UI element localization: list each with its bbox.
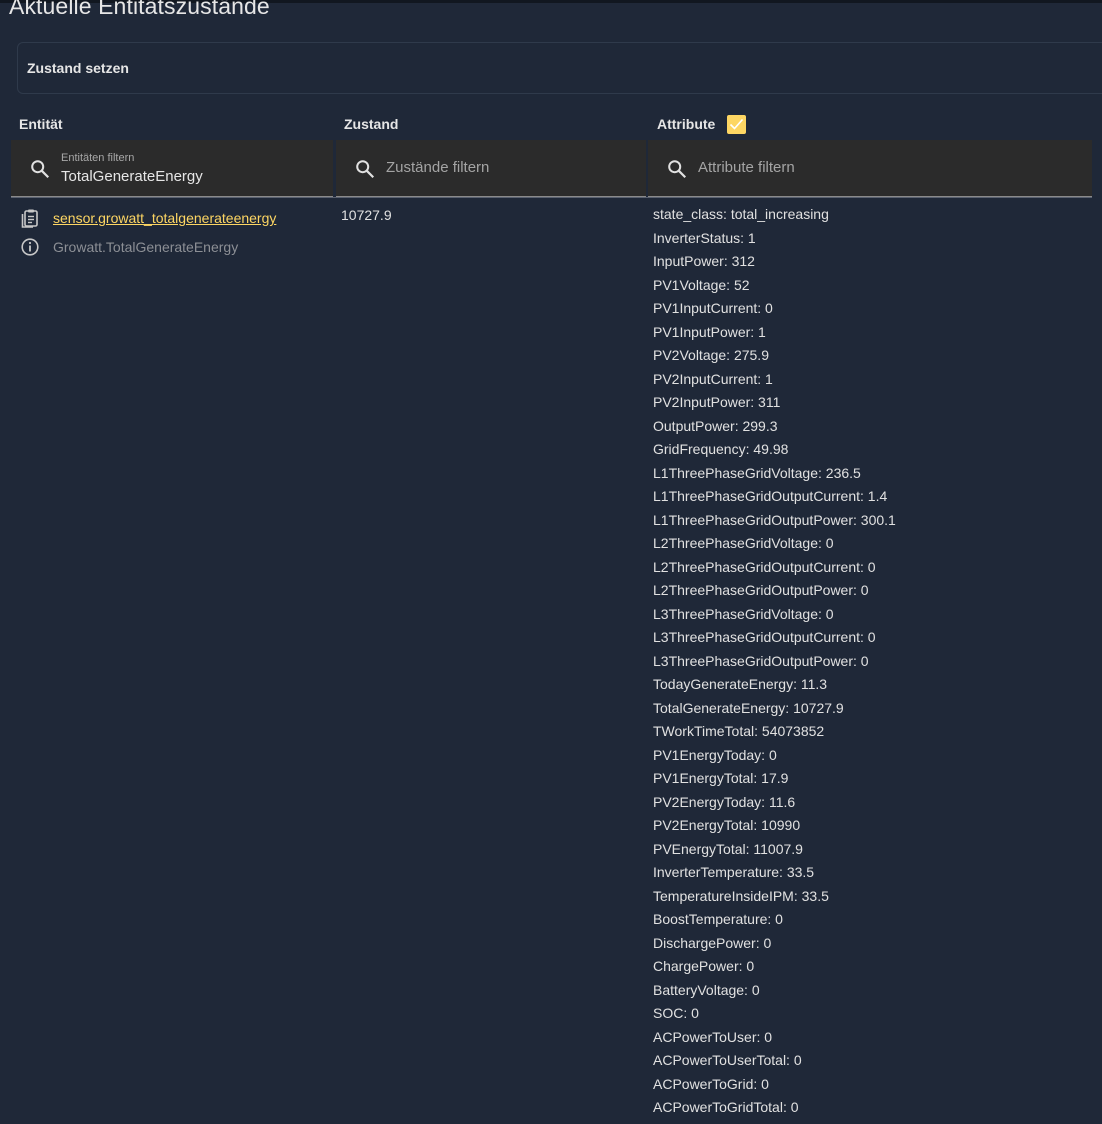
entity-state-value: 10727.9 bbox=[341, 207, 392, 223]
entity-filter-field[interactable]: Entitäten filtern TotalGenerateEnergy bbox=[11, 140, 333, 197]
entity-filter-input[interactable]: TotalGenerateEnergy bbox=[61, 168, 203, 185]
search-icon bbox=[356, 160, 375, 179]
attribute-item: PV2EnergyTotal: 10990 bbox=[653, 817, 801, 833]
state-filter-input[interactable]: Zustände filtern bbox=[386, 159, 489, 176]
attribute-item: SOC: 0 bbox=[653, 1005, 699, 1021]
entity-id-link[interactable]: sensor.growatt_totalgenerateenergy bbox=[53, 210, 276, 226]
developer-tools-states-page: Aktuelle Entitätszustände Zustand setzen… bbox=[0, 0, 1102, 1124]
attribute-item: TemperatureInsideIPM: 33.5 bbox=[653, 887, 829, 904]
attribute-item: L3ThreePhaseGridOutputCurrent: 0 bbox=[653, 629, 876, 645]
attribute-list: state_class: total_increasing InverterSta… bbox=[653, 203, 896, 1120]
info-icon[interactable] bbox=[20, 237, 40, 257]
entity-friendly-name: Growatt.TotalGenerateEnergy bbox=[53, 239, 239, 255]
page-title: Aktuelle Entitätszustände bbox=[9, 0, 270, 19]
attribute-item: InverterTemperature: 33.5 bbox=[653, 864, 815, 880]
attributes-checkbox[interactable] bbox=[727, 115, 746, 134]
attribute-item: L1ThreePhaseGridOutputPower: 300.1 bbox=[653, 511, 896, 528]
attribute-item: state_class: total_increasing bbox=[653, 206, 829, 222]
attribute-item: PV1Voltage: 52 bbox=[653, 276, 750, 293]
set-state-label[interactable]: Zustand setzen bbox=[27, 60, 129, 76]
attribute-item: L2ThreePhaseGridOutputPower: 0 bbox=[653, 582, 869, 598]
attribute-item: PV2InputPower: 311 bbox=[653, 394, 781, 410]
attribute-item: PV1InputPower: 1 bbox=[653, 323, 766, 340]
attribute-item: InputPower: 312 bbox=[653, 253, 755, 269]
column-header-entity: Entität bbox=[19, 116, 63, 132]
attribute-item: BatteryVoltage: 0 bbox=[653, 981, 760, 998]
attribute-item: TWorkTimeTotal: 54073852 bbox=[653, 723, 825, 739]
attribute-item: PV1EnergyTotal: 17.9 bbox=[653, 770, 789, 786]
attribute-item: L3ThreePhaseGridOutputPower: 0 bbox=[653, 652, 869, 669]
attribute-item: GridFrequency: 49.98 bbox=[653, 441, 789, 457]
attribute-item: PV2InputCurrent: 1 bbox=[653, 370, 773, 387]
attribute-item: PVEnergyTotal: 11007.9 bbox=[653, 840, 803, 857]
attribute-item: L3ThreePhaseGridVoltage: 0 bbox=[653, 605, 834, 622]
attribute-item: PV2Voltage: 275.9 bbox=[653, 347, 769, 363]
column-header-attributes: Attribute bbox=[657, 116, 716, 132]
column-header-state: Zustand bbox=[344, 116, 399, 132]
attribute-item: BoostTemperature: 0 bbox=[653, 911, 783, 927]
attribute-item: L1ThreePhaseGridOutputCurrent: 1.4 bbox=[653, 488, 888, 504]
attribute-item: ACPowerToGridTotal: 0 bbox=[653, 1099, 799, 1115]
search-icon bbox=[31, 160, 50, 179]
attribute-item: TodayGenerateEnergy: 11.3 bbox=[653, 676, 828, 692]
attribute-item: PV2EnergyToday: 11.6 bbox=[653, 793, 796, 810]
entity-filter-label: Entitäten filtern bbox=[61, 152, 135, 164]
check-icon bbox=[729, 118, 744, 130]
attribute-item: PV1EnergyToday: 0 bbox=[653, 746, 777, 763]
attribute-item: ACPowerToGrid: 0 bbox=[653, 1075, 769, 1092]
set-state-card[interactable]: Zustand setzen bbox=[17, 42, 1102, 94]
attributes-filter-field[interactable]: Attribute filtern bbox=[648, 140, 1092, 197]
attribute-item: OutputPower: 299.3 bbox=[653, 417, 778, 434]
attributes-filter-input[interactable]: Attribute filtern bbox=[698, 159, 795, 176]
attribute-item: PV1InputCurrent: 0 bbox=[653, 300, 773, 316]
attribute-item: InverterStatus: 1 bbox=[653, 229, 756, 246]
search-icon bbox=[668, 160, 687, 179]
state-filter-field[interactable]: Zustände filtern bbox=[336, 140, 646, 197]
attribute-item: TotalGenerateEnergy: 10727.9 bbox=[653, 699, 844, 716]
table-divider bbox=[11, 197, 1092, 198]
attribute-item: L2ThreePhaseGridOutputCurrent: 0 bbox=[653, 558, 876, 575]
attribute-item: ChargePower: 0 bbox=[653, 958, 755, 974]
attribute-item: ACPowerToUserTotal: 0 bbox=[653, 1052, 802, 1068]
attribute-item: L1ThreePhaseGridVoltage: 236.5 bbox=[653, 464, 861, 481]
attribute-item: L2ThreePhaseGridVoltage: 0 bbox=[653, 535, 834, 551]
attribute-item: ACPowerToUser: 0 bbox=[653, 1028, 773, 1045]
attribute-item: DischargePower: 0 bbox=[653, 934, 772, 951]
clipboard-icon[interactable] bbox=[20, 208, 40, 228]
